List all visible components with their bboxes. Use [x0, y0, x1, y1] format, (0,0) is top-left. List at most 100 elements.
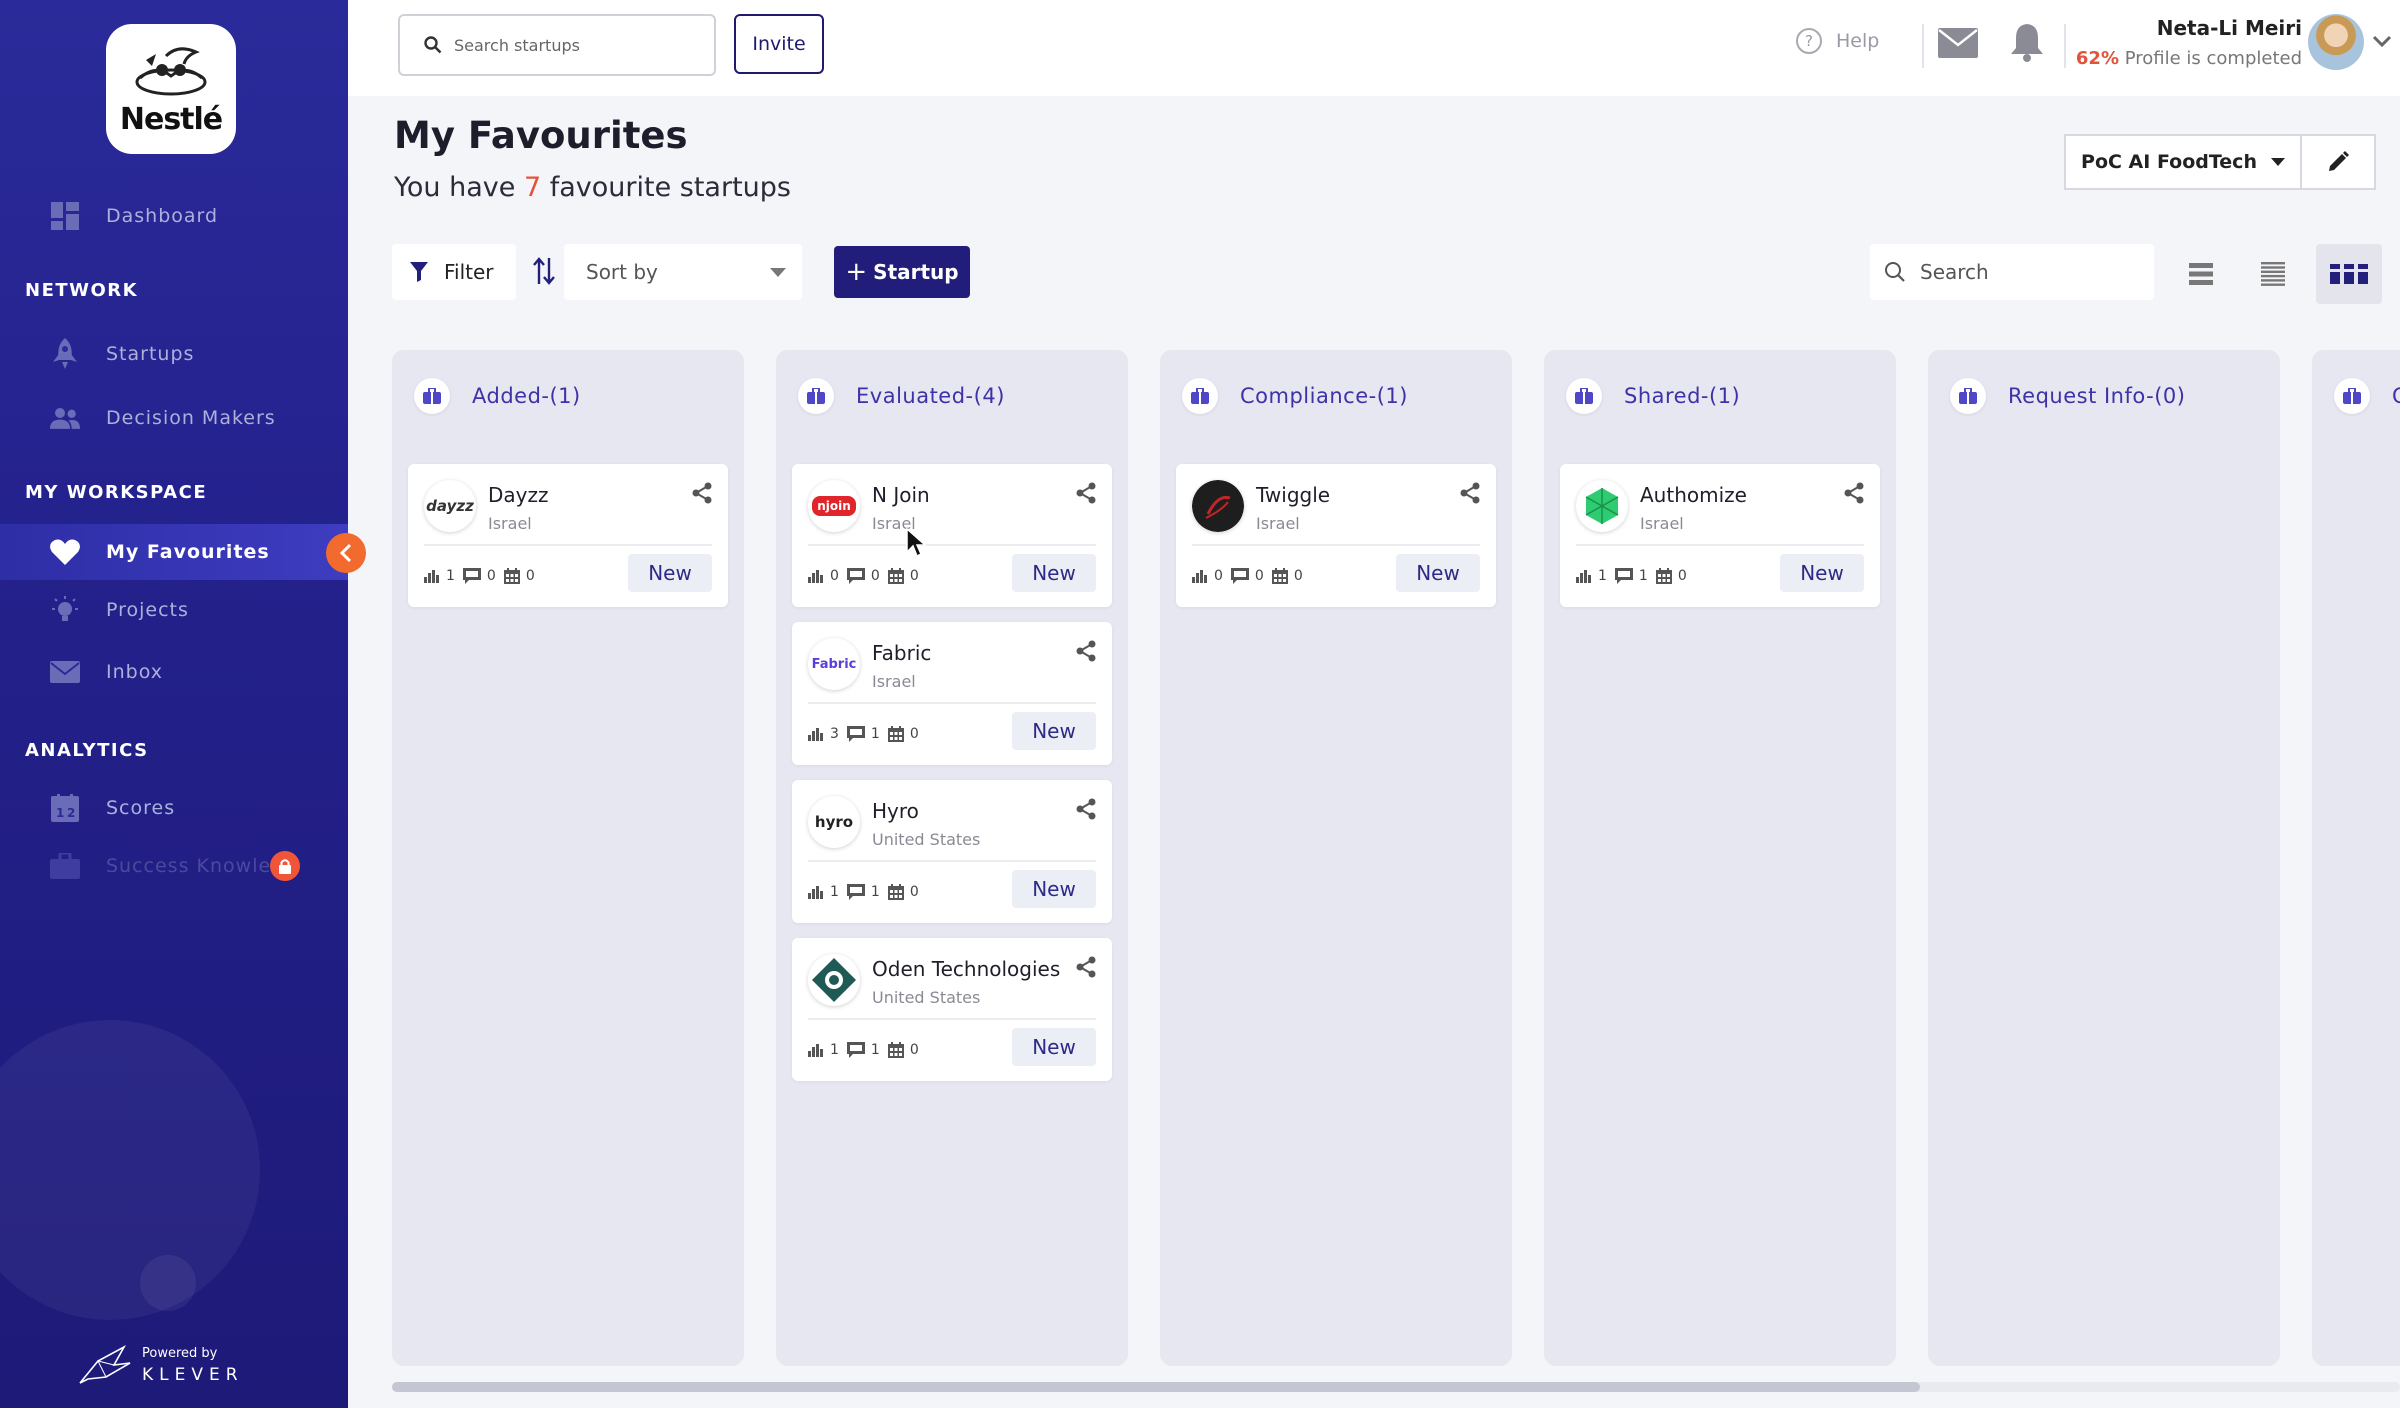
- horizontal-scrollbar[interactable]: [392, 1382, 2400, 1392]
- card-divider: [808, 702, 1096, 704]
- startup-search-input[interactable]: [454, 35, 694, 55]
- startup-logo: [808, 954, 860, 1006]
- calendar-icon: [887, 726, 904, 742]
- column-partial: C: [2312, 350, 2400, 1366]
- stat-scores: 0: [1192, 568, 1223, 584]
- startup-location: United States: [872, 988, 981, 1007]
- notifications-bell-icon[interactable]: [2010, 22, 2044, 66]
- status-badge[interactable]: New: [1780, 554, 1864, 592]
- card-divider: [1576, 544, 1864, 546]
- brand-logo[interactable]: Nestlé: [106, 24, 236, 154]
- search-icon: [1885, 262, 1905, 282]
- startup-card[interactable]: hyro Hyro United States 1 1 0 New: [792, 780, 1112, 923]
- startup-card[interactable]: Twiggle Israel 0 0 0 New: [1176, 464, 1496, 607]
- help-link[interactable]: ? Help: [1796, 28, 1879, 54]
- startup-search[interactable]: [398, 14, 716, 76]
- share-icon[interactable]: [1076, 640, 1096, 666]
- powered-by-label: Powered by: [142, 1345, 218, 1361]
- comment-icon: [846, 568, 865, 584]
- divider: [2064, 24, 2066, 68]
- card-divider: [424, 544, 712, 546]
- startup-name: Hyro: [872, 799, 919, 823]
- sidebar-item-startups[interactable]: Startups: [0, 326, 348, 382]
- sidebar-item-label: Inbox: [106, 661, 163, 683]
- avatar[interactable]: [2308, 14, 2364, 70]
- mail-icon: [50, 657, 80, 687]
- project-dropdown[interactable]: PoC AI FoodTech: [2064, 134, 2302, 190]
- sort-direction-icon[interactable]: [532, 256, 556, 290]
- status-badge[interactable]: New: [628, 554, 712, 592]
- card-divider: [808, 544, 1096, 546]
- brand-name: Nestlé: [119, 101, 223, 137]
- column-title: Request Info-(0): [2008, 384, 2186, 408]
- sidebar-item-scores[interactable]: 12 Scores: [0, 780, 348, 836]
- startup-card[interactable]: dayzz Dayzz Israel 1 0 0 New: [408, 464, 728, 607]
- invite-button[interactable]: Invite: [734, 14, 824, 74]
- startup-card[interactable]: Oden Technologies United States 1 1 0 Ne…: [792, 938, 1112, 1081]
- sidebar-item-decision-makers[interactable]: Decision Makers: [0, 390, 348, 446]
- column-header: Added-(1): [414, 378, 581, 414]
- share-icon[interactable]: [1844, 482, 1864, 508]
- card-divider: [1192, 544, 1480, 546]
- status-badge[interactable]: New: [1396, 554, 1480, 592]
- sidebar-item-dashboard[interactable]: Dashboard: [0, 188, 348, 244]
- startup-name: Fabric: [872, 641, 932, 665]
- sidebar-item-my-favourites[interactable]: My Favourites: [0, 524, 348, 580]
- caret-down-icon: [770, 268, 786, 277]
- bar-chart-icon: [1192, 570, 1207, 583]
- stat-comments: 1: [1614, 568, 1648, 584]
- startup-location: Israel: [872, 672, 916, 691]
- calendar-icon: [1271, 568, 1288, 584]
- profile-completion-text: Profile is completed: [2118, 48, 2302, 69]
- board-view-button[interactable]: [2316, 244, 2382, 304]
- share-icon[interactable]: [692, 482, 712, 508]
- stat-meetings: 0: [887, 568, 919, 584]
- sidebar-item-inbox[interactable]: Inbox: [0, 644, 348, 700]
- startup-name: Oden Technologies: [872, 957, 1061, 981]
- status-badge[interactable]: New: [1012, 712, 1096, 750]
- startup-card[interactable]: Fabric Fabric Israel 3 1 0 New: [792, 622, 1112, 765]
- startup-card[interactable]: Authomize Israel 1 1 0 New: [1560, 464, 1880, 607]
- add-startup-button[interactable]: + Startup: [834, 246, 970, 298]
- filter-button[interactable]: Filter: [392, 244, 516, 300]
- status-badge[interactable]: New: [1012, 554, 1096, 592]
- share-icon[interactable]: [1076, 956, 1096, 982]
- pencil-icon: [2329, 151, 2349, 171]
- share-icon[interactable]: [1076, 798, 1096, 824]
- user-name[interactable]: Neta-Li Meiri: [2157, 16, 2302, 40]
- section-title-workspace: MY WORKSPACE: [25, 482, 208, 503]
- column-header: Evaluated-(4): [798, 378, 1005, 414]
- subtitle-prefix: You have: [394, 172, 524, 203]
- sidebar-item-projects[interactable]: Projects: [0, 582, 348, 638]
- collapse-sidebar-button[interactable]: [326, 533, 366, 573]
- chevron-down-icon[interactable]: [2372, 34, 2392, 53]
- stat-meetings: 0: [887, 726, 919, 742]
- list-view-button[interactable]: [2168, 244, 2234, 304]
- sidebar-item-label: Scores: [106, 797, 176, 819]
- card-stats: 3 1 0: [808, 726, 927, 742]
- status-badge[interactable]: New: [1012, 870, 1096, 908]
- compact-view-button[interactable]: [2240, 244, 2306, 304]
- calendar-icon: [1655, 568, 1672, 584]
- startup-card[interactable]: njoin N Join Israel 0 0 0 New: [792, 464, 1112, 607]
- calendar-icon: [503, 568, 520, 584]
- column-header: Shared-(1): [1566, 378, 1740, 414]
- stat-scores: 3: [808, 726, 839, 742]
- share-icon[interactable]: [1076, 482, 1096, 508]
- stat-scores: 0: [808, 568, 839, 584]
- board-search-input[interactable]: [1920, 260, 2140, 284]
- page-title: My Favourites: [394, 114, 688, 157]
- share-icon[interactable]: [1460, 482, 1480, 508]
- add-startup-label: Startup: [873, 260, 959, 284]
- calendar-icon: [887, 1042, 904, 1058]
- scrollbar-thumb[interactable]: [392, 1382, 1920, 1392]
- board-search[interactable]: [1870, 244, 2154, 300]
- chevron-left-icon: [339, 543, 352, 563]
- column-request-info: Request Info-(0): [1928, 350, 2280, 1366]
- startup-logo: hyro: [808, 796, 860, 848]
- sort-by-select[interactable]: Sort by: [564, 244, 802, 300]
- stat-meetings: 0: [1271, 568, 1303, 584]
- edit-project-button[interactable]: [2302, 134, 2376, 190]
- messages-icon[interactable]: [1938, 28, 1978, 62]
- status-badge[interactable]: New: [1012, 1028, 1096, 1066]
